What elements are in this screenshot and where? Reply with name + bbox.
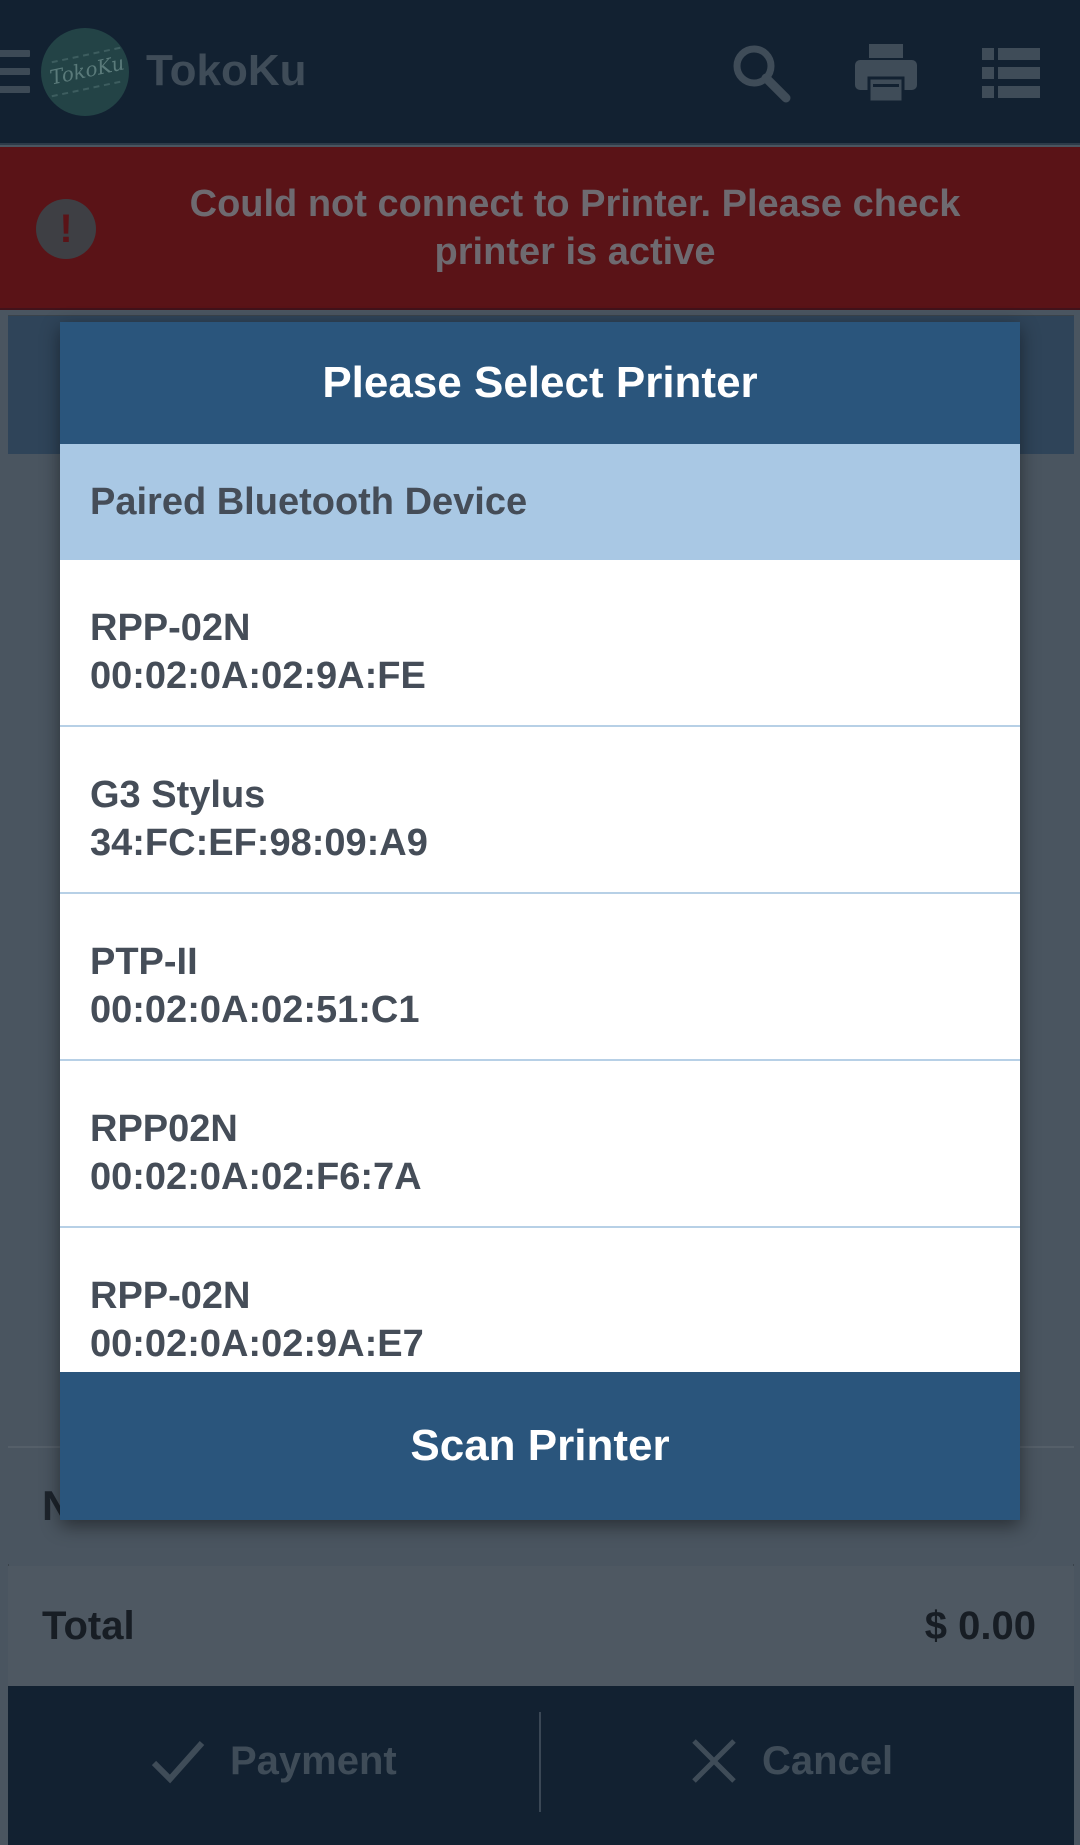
cancel-label: Cancel — [762, 1738, 894, 1783]
device-name: RPP02N — [90, 1108, 238, 1150]
total-row — [8, 1566, 1074, 1686]
close-icon — [692, 1739, 736, 1783]
dialog-title: Please Select Printer — [60, 322, 1020, 444]
device-name: PTP-II — [90, 941, 198, 983]
total-value: $ 0.00 — [924, 1604, 1036, 1648]
device-item[interactable]: RPP-02N 00:02:0A:02:9A:FE — [60, 560, 1020, 727]
device-address: 00:02:0A:02:F6:7A — [90, 1156, 422, 1198]
device-address: 00:02:0A:02:51:C1 — [90, 989, 420, 1031]
device-item[interactable]: RPP02N 00:02:0A:02:F6:7A — [60, 1061, 1020, 1228]
paired-devices-header: Paired Bluetooth Device — [60, 444, 1020, 560]
menu-icon[interactable] — [0, 50, 30, 94]
printer-select-dialog: Please Select Printer Paired Bluetooth D… — [60, 322, 1020, 1520]
device-item[interactable]: G3 Stylus 34:FC:EF:98:09:A9 — [60, 727, 1020, 894]
device-address: 00:02:0A:02:9A:E7 — [90, 1323, 424, 1365]
device-address: 34:FC:EF:98:09:A9 — [90, 822, 428, 864]
printer-icon[interactable] — [853, 40, 919, 106]
payment-label: Payment — [230, 1738, 397, 1783]
device-name: G3 Stylus — [90, 774, 266, 816]
error-message: Could not connect to Printer. Please che… — [189, 183, 961, 273]
device-item[interactable]: PTP-II 00:02:0A:02:51:C1 — [60, 894, 1020, 1061]
device-list[interactable]: RPP-02N 00:02:0A:02:9A:FE G3 Stylus 34:F… — [60, 560, 1020, 1372]
alert-icon: ! — [36, 199, 96, 259]
device-name: RPP-02N — [90, 607, 251, 649]
app-bar: TokoKu TokoKu — [0, 0, 1080, 145]
divider — [539, 1712, 541, 1812]
checkmark-icon — [151, 1741, 205, 1784]
search-icon[interactable] — [728, 40, 794, 106]
total-label: Total — [42, 1604, 135, 1648]
app-screen: TokoKu TokoKu ! Could not connect to Pri… — [0, 0, 1080, 1845]
app-title: TokoKu — [146, 46, 307, 95]
app-logo: TokoKu — [41, 28, 129, 116]
device-item[interactable]: RPP-02N 00:02:0A:02:9A:E7 — [60, 1228, 1020, 1372]
cancel-button[interactable]: Cancel — [690, 1716, 990, 1806]
device-address: 00:02:0A:02:9A:FE — [90, 655, 426, 697]
device-name: RPP-02N — [90, 1275, 251, 1317]
payment-button[interactable]: Payment — [150, 1716, 490, 1806]
list-icon[interactable] — [978, 40, 1044, 106]
scan-printer-button[interactable]: Scan Printer — [60, 1372, 1020, 1520]
